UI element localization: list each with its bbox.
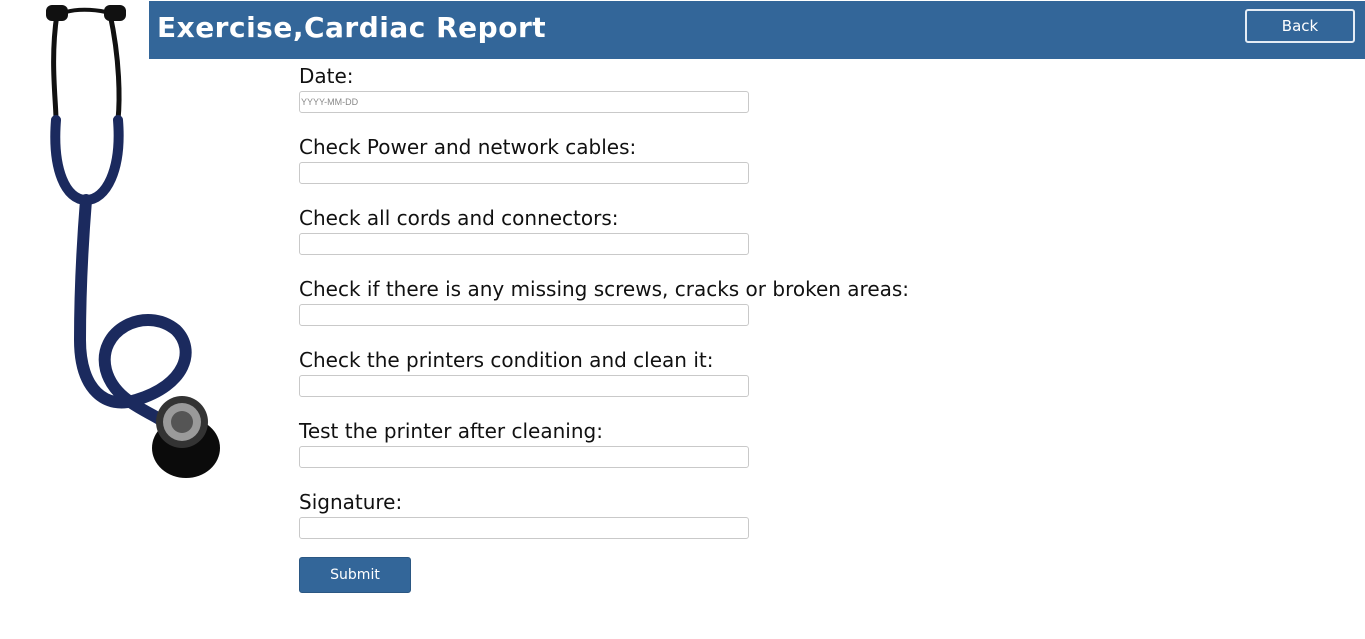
power-cables-field: Check Power and network cables: [299, 135, 749, 184]
power-cables-label: Check Power and network cables: [299, 135, 637, 159]
printer-condition-input[interactable] [299, 375, 749, 397]
missing-screws-label: Check if there is any missing screws, cr… [299, 277, 910, 301]
missing-screws-input[interactable] [299, 304, 749, 326]
printer-test-input[interactable] [299, 446, 749, 468]
cords-label: Check all cords and connectors: [299, 206, 619, 230]
printer-condition-field: Check the printers condition and clean i… [299, 348, 749, 397]
signature-input[interactable] [299, 517, 749, 539]
signature-field: Signature: [299, 490, 749, 539]
submit-button[interactable]: Submit [299, 557, 411, 593]
printer-condition-label: Check the printers condition and clean i… [299, 348, 714, 372]
cords-field: Check all cords and connectors: [299, 206, 749, 255]
cords-input[interactable] [299, 233, 749, 255]
power-cables-input[interactable] [299, 162, 749, 184]
stethoscope-icon [46, 5, 220, 478]
date-label: Date: [299, 64, 354, 88]
header-bar: Exercise,Cardiac Report Back [149, 1, 1365, 59]
printer-test-field: Test the printer after cleaning: [299, 419, 749, 468]
missing-screws-field: Check if there is any missing screws, cr… [299, 277, 910, 326]
printer-test-label: Test the printer after cleaning: [299, 419, 603, 443]
back-button[interactable]: Back [1245, 9, 1355, 43]
date-field: Date: [299, 64, 749, 113]
date-input[interactable] [299, 91, 749, 113]
signature-label: Signature: [299, 490, 403, 514]
